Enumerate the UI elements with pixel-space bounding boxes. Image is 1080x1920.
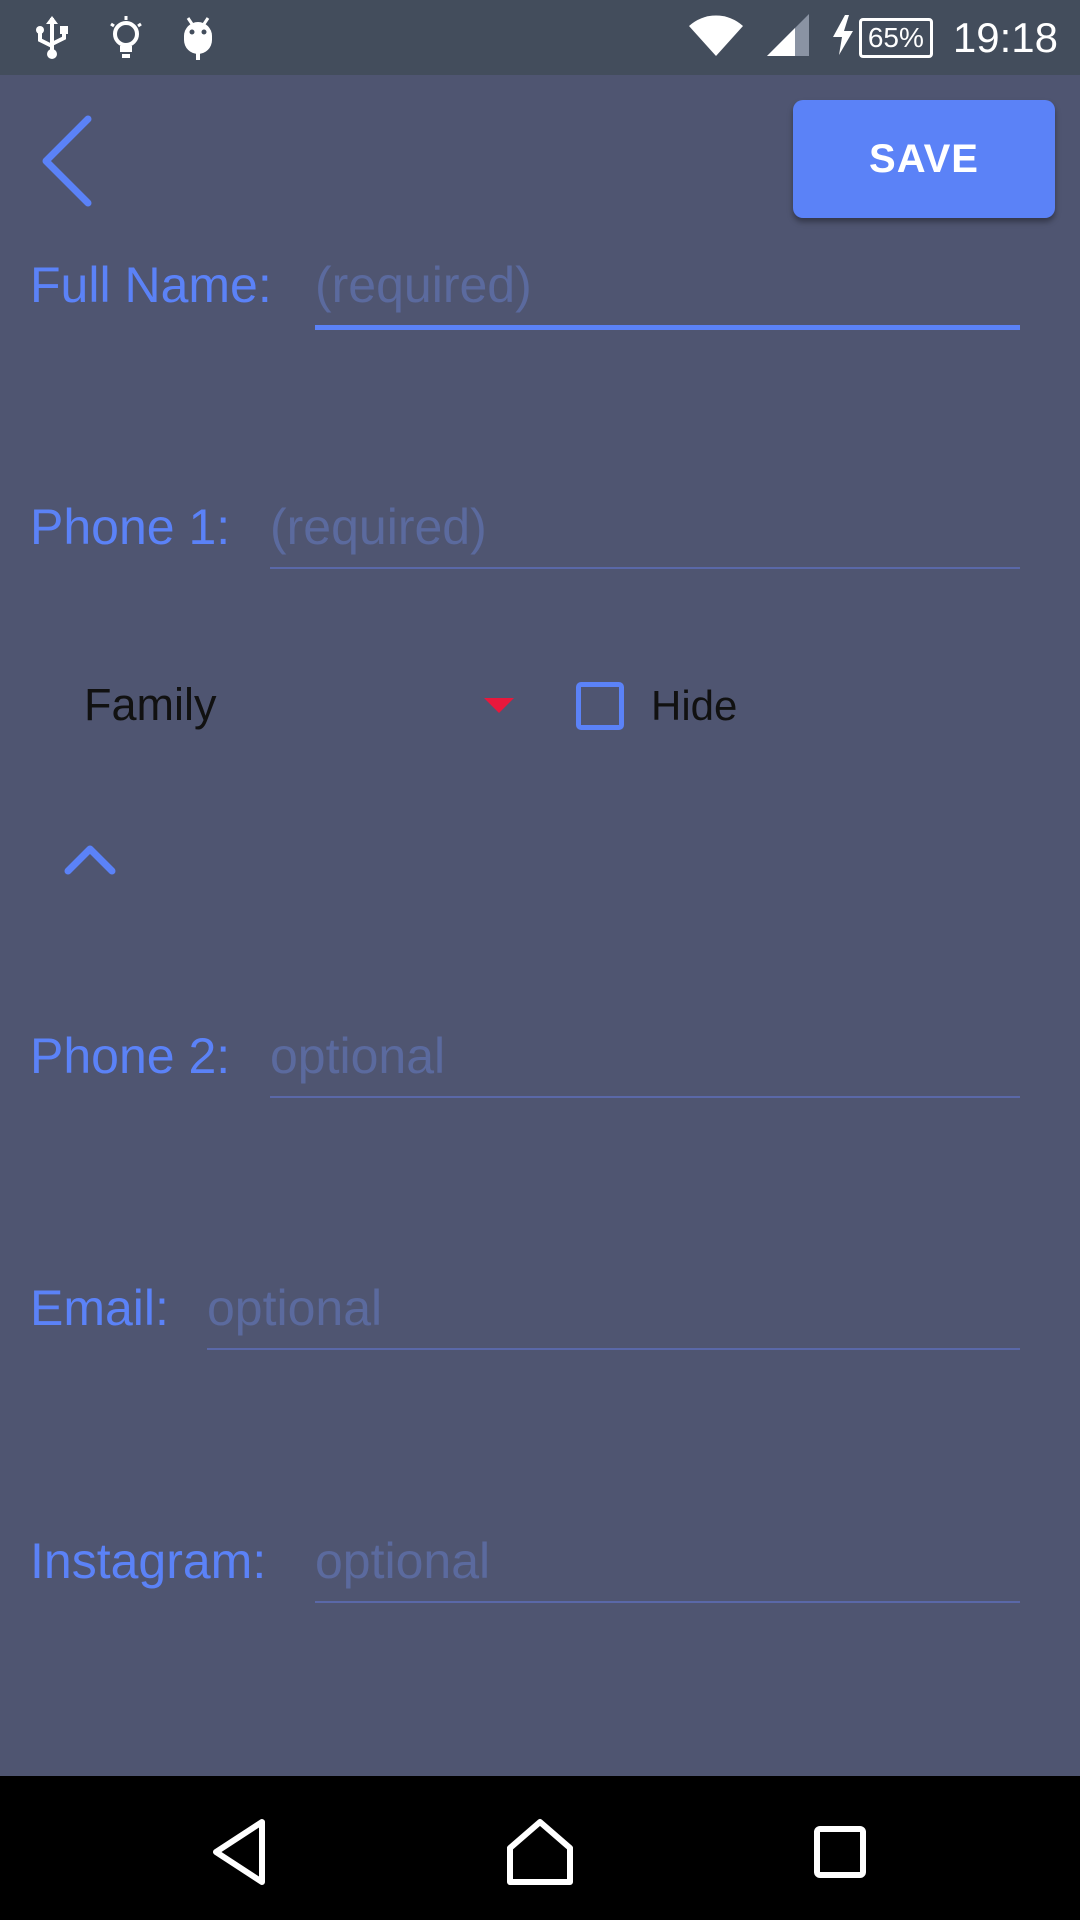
full-name-field: Full Name: (required) bbox=[30, 257, 1020, 350]
full-name-placeholder: (required) bbox=[315, 257, 532, 313]
phone2-placeholder: optional bbox=[270, 1028, 446, 1084]
save-button[interactable]: SAVE bbox=[793, 100, 1055, 218]
email-field: Email: optional bbox=[30, 1268, 1020, 1350]
hide-checkbox[interactable] bbox=[576, 682, 624, 730]
full-name-label: Full Name: bbox=[30, 257, 272, 313]
phone1-label: Phone 1: bbox=[30, 499, 231, 555]
home-icon bbox=[507, 1819, 573, 1885]
usb-icon bbox=[32, 14, 72, 65]
phone2-label: Phone 2: bbox=[30, 1028, 231, 1084]
email-input[interactable]: optional bbox=[207, 1268, 1020, 1350]
battery-percent: 65% bbox=[858, 17, 933, 58]
phone2-input[interactable]: optional bbox=[270, 1016, 1020, 1098]
clock: 19:18 bbox=[952, 13, 1058, 61]
email-label: Email: bbox=[30, 1280, 169, 1336]
phone2-field: Phone 2: optional bbox=[30, 1016, 1020, 1098]
recents-icon bbox=[814, 1826, 866, 1878]
nav-home-button[interactable] bbox=[500, 1812, 580, 1892]
status-bar: 65% 19:18 bbox=[0, 0, 1080, 75]
instagram-field: Instagram: optional bbox=[30, 1521, 1020, 1603]
full-name-input[interactable]: (required) bbox=[315, 245, 1020, 330]
charging-icon bbox=[831, 15, 855, 60]
instagram-input[interactable]: optional bbox=[315, 1521, 1020, 1603]
wifi-icon bbox=[687, 12, 745, 63]
bulb-icon bbox=[108, 14, 144, 65]
chevron-left-icon bbox=[42, 115, 92, 207]
instagram-label: Instagram: bbox=[30, 1533, 267, 1589]
signal-icon bbox=[765, 12, 811, 63]
dropdown-arrow-icon bbox=[484, 698, 514, 713]
nav-back-button[interactable] bbox=[200, 1812, 280, 1892]
chevron-up-icon bbox=[64, 845, 116, 875]
status-right-icons: 65% 19:18 bbox=[687, 12, 1058, 63]
battery-group: 65% bbox=[831, 15, 933, 60]
navigation-bar bbox=[0, 1776, 1080, 1920]
phone-type-row: Family Hide bbox=[0, 655, 1080, 755]
phone1-placeholder: (required) bbox=[270, 499, 487, 555]
back-button[interactable] bbox=[36, 111, 106, 211]
edit-contact-screen: SAVE Full Name: (required) Phone 1: (req… bbox=[0, 75, 1080, 1776]
nav-recents-button[interactable] bbox=[800, 1812, 880, 1892]
back-triangle-icon bbox=[213, 1819, 265, 1885]
phone-type-dropdown[interactable]: Family bbox=[84, 675, 514, 735]
android-debug-icon bbox=[180, 14, 216, 65]
instagram-placeholder: optional bbox=[315, 1533, 491, 1589]
hide-label: Hide bbox=[651, 682, 738, 729]
phone-type-value: Family bbox=[84, 679, 217, 730]
status-left-icons bbox=[32, 14, 216, 65]
phone1-field: Phone 1: (required) bbox=[30, 487, 1020, 569]
email-placeholder: optional bbox=[207, 1280, 383, 1336]
collapse-button[interactable] bbox=[60, 835, 120, 885]
phone1-input[interactable]: (required) bbox=[270, 487, 1020, 569]
